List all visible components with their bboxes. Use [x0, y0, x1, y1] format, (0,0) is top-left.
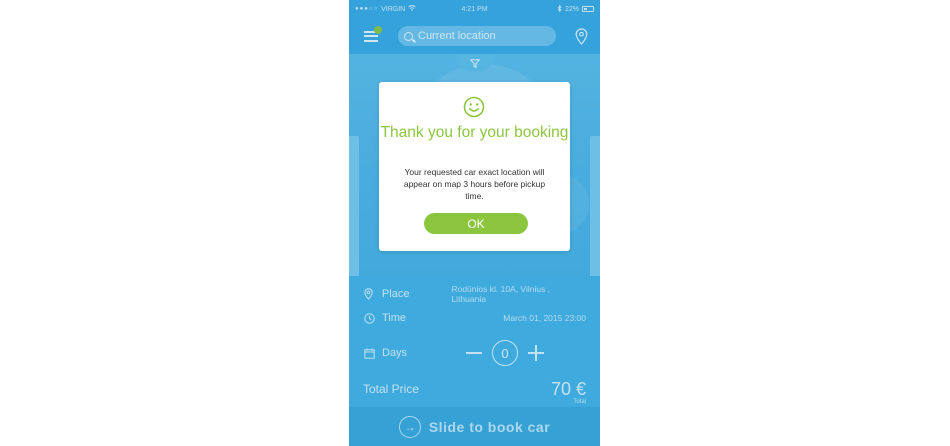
- ok-button[interactable]: OK: [424, 213, 528, 234]
- smiley-icon: [463, 96, 485, 118]
- booking-confirmation-dialog: Thank you for your booking Your requeste…: [379, 82, 570, 251]
- phone-screen: ●●●○○ VIRGIN 4:21 PM 22% Current locatio…: [349, 0, 600, 446]
- dialog-message: Your requested car exact location will a…: [403, 167, 546, 201]
- dialog-title: Thank you for your booking: [380, 124, 569, 141]
